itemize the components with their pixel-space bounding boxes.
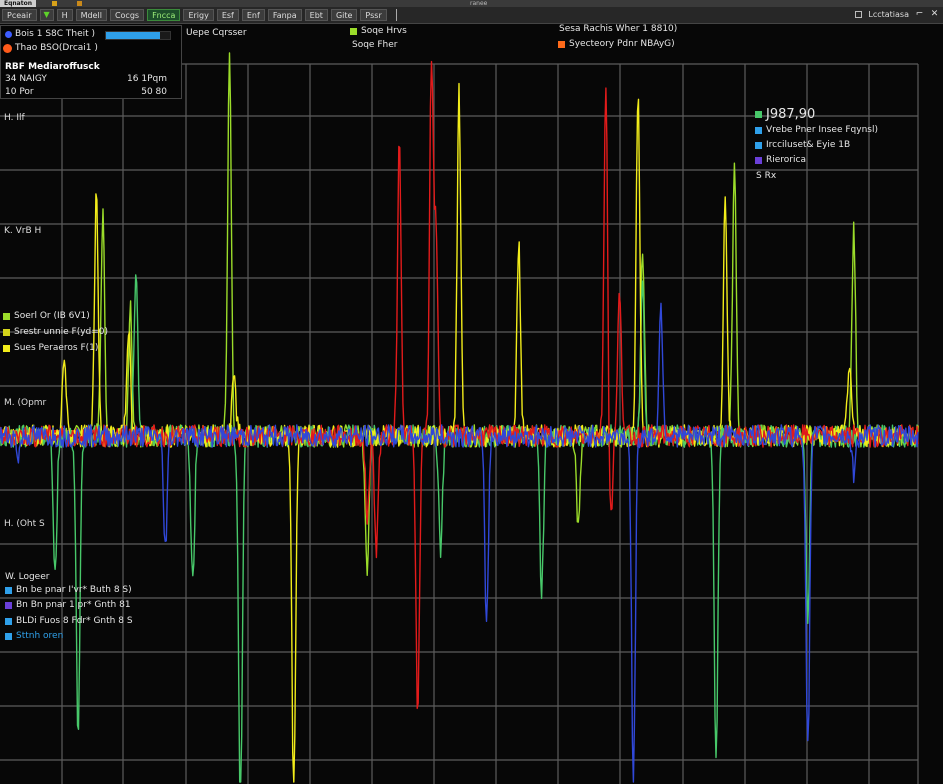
bottom-legend-item: Sttnh oren — [5, 631, 63, 641]
title-bar: Eqnaton ranee — [0, 0, 943, 7]
legend-item: Soqe Fher — [352, 40, 397, 50]
stat-label: 34 NAIGY — [5, 74, 47, 84]
layout-icon[interactable] — [855, 10, 863, 18]
legend-label: Srestr unnie F(yd=0) — [14, 327, 109, 337]
app-window: Eqnaton ranee Pceair ▼ H Mdell Cocgs Fnc… — [0, 0, 943, 784]
orange-square-icon — [558, 40, 565, 48]
bottom-legend-title: W. Logeer — [5, 572, 50, 582]
layout-label[interactable]: Lcctatiasa — [868, 10, 909, 19]
waveform-plot[interactable] — [0, 24, 943, 784]
info-row-1: Bois 1 S8C Theit ) — [5, 29, 95, 39]
legend-label: Sues Peraeros F(1) — [14, 343, 99, 353]
bottom-legend-item: Bn Bn pnar 1 pr* Gnth 81 — [5, 600, 131, 610]
right-legend-value: J987,90 — [755, 107, 815, 122]
stat-label: 10 Por — [5, 87, 34, 97]
toolbar-button[interactable]: H — [56, 9, 73, 21]
info-panel: Bois 1 S8C Theit ) Thao BSO(Drcai1 ) RBF… — [0, 25, 182, 99]
legend-item: Soqe Hrvs — [350, 26, 407, 36]
legend-label: Bn Bn pnar 1 pr* Gnth 81 — [16, 600, 131, 610]
legend-swatch — [5, 632, 12, 640]
legend-label: Soqe Hrvs — [361, 26, 407, 36]
left-legend-item: Sues Peraeros F(1) — [3, 343, 98, 353]
legend-label: Rierorica — [766, 155, 806, 165]
app-badge: Eqnaton — [0, 0, 36, 7]
legend-swatch — [350, 27, 357, 35]
legend-swatch — [3, 328, 10, 336]
plot-grid — [0, 63, 919, 784]
progress-fill — [106, 32, 161, 39]
info-row-2-label: Thao BSO(Drcai1 ) — [15, 43, 98, 53]
legend-label: Soqe Fher — [352, 40, 398, 50]
toolbar-button[interactable]: Esf — [216, 9, 239, 21]
toolbar-separator — [395, 9, 397, 21]
y-axis-label: K. VrB H — [4, 226, 42, 236]
legend-label: Vrebe Pner Insee Fqynsl) — [766, 125, 878, 135]
toolbar: Pceair ▼ H Mdell Cocgs Fncca Erigy Esf E… — [0, 7, 943, 24]
toolbar-button[interactable]: Erigy — [183, 9, 214, 21]
legend-swatch — [5, 586, 12, 594]
legend-label: Ircciluset& Eyie 1B — [766, 140, 851, 150]
y-axis-label: H. (Oht S — [4, 519, 45, 529]
legend-label: Soerl Or (IB 6V1) — [14, 311, 90, 321]
readout-subtitle: Syecteory Pdnr NBAyG) — [558, 39, 675, 49]
toolbar-button[interactable]: Mdell — [75, 9, 107, 21]
bottom-legend-item: BLDi Fuos 8 Fdr* Gnth 8 S — [5, 616, 133, 626]
right-legend-value-text: J987,90 — [766, 107, 816, 122]
legend-label: Bn be pnar I'vr* Buth 8 S) — [16, 585, 132, 595]
stat-value: 16 1Pqm — [127, 74, 167, 84]
legend-label: BLDi Fuos 8 Fdr* Gnth 8 S — [16, 616, 133, 626]
right-legend-item: Rierorica — [755, 155, 806, 165]
legend-swatch — [755, 126, 762, 134]
legend-swatch — [755, 141, 762, 149]
blue-dot-icon — [5, 30, 12, 38]
toolbar-button[interactable]: Gite — [330, 9, 358, 21]
toolbar-right: Lcctatiasa ⌐ ✕ — [855, 9, 939, 19]
legend-swatch — [755, 156, 762, 164]
toolbar-button[interactable]: Pceair — [2, 9, 37, 21]
toolbar-button[interactable]: Enf — [241, 9, 265, 21]
legend-swatch — [5, 617, 12, 625]
trace-series-4 — [0, 302, 919, 783]
close-icon[interactable]: ✕ — [930, 9, 939, 19]
restore-icon[interactable]: ⌐ — [915, 9, 924, 19]
bottom-legend-item: Bn be pnar I'vr* Buth 8 S) — [5, 585, 132, 595]
toolbar-button[interactable]: Fanpa — [267, 9, 302, 21]
readout-title: Sesa Rachis Wher 1 8810) — [559, 24, 678, 34]
info-row-1-label: Bois 1 S8C Theit ) — [15, 29, 96, 39]
legend-swatch — [3, 344, 10, 352]
left-legend-item: Srestr unnie F(yd=0) — [3, 327, 108, 337]
readout-sub-label: Syecteory Pdnr NBAyG) — [569, 39, 675, 49]
window-dot-icon[interactable] — [76, 1, 82, 6]
info-section-title: RBF Mediaroffusck — [5, 62, 100, 72]
window-title: ranee — [470, 0, 488, 7]
legend-swatch — [5, 601, 12, 609]
info-row-2: Thao BSO(Drcai1 ) — [3, 43, 98, 53]
y-axis-label: M. (Opmr — [4, 398, 47, 408]
legend-label: Sttnh oren — [16, 631, 64, 641]
orange-dot-icon — [3, 43, 12, 53]
triangle-down-icon[interactable]: ▼ — [39, 9, 54, 21]
window-dot-icon[interactable] — [51, 1, 57, 6]
toolbar-button-active[interactable]: Fncca — [147, 9, 181, 21]
green-square-icon — [755, 111, 762, 118]
progress-bar — [105, 31, 171, 40]
left-legend-item: Soerl Or (IB 6V1) — [3, 311, 90, 321]
stat-value: 50 80 — [141, 87, 167, 97]
cursor-caption: Uepe Cqrsser — [186, 28, 247, 38]
toolbar-button[interactable]: Ebt — [304, 9, 328, 21]
legend-swatch — [3, 312, 10, 320]
right-legend-item: Ircciluset& Eyie 1B — [755, 140, 850, 150]
right-legend-item: Vrebe Pner Insee Fqynsl) — [755, 125, 878, 135]
y-axis-label: H. Ilf — [4, 113, 25, 123]
right-legend-footer: S Rx — [756, 171, 777, 181]
toolbar-button[interactable]: Pssr — [360, 9, 387, 21]
toolbar-button[interactable]: Cocgs — [109, 9, 145, 21]
